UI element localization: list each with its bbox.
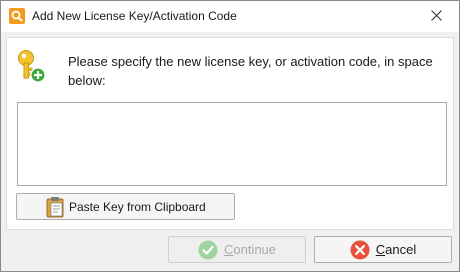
dialog-window: Add New License Key/Activation Code Plea…	[0, 0, 460, 272]
paste-key-button[interactable]: Paste Key from Clipboard	[16, 193, 235, 220]
close-button[interactable]	[413, 1, 459, 32]
clipboard-icon	[46, 196, 64, 218]
app-logo-icon	[9, 8, 25, 24]
instruction-text: Please specify the new license key, or a…	[68, 54, 433, 88]
content-panel: Please specify the new license key, or a…	[6, 37, 454, 230]
continue-label: Continue	[223, 242, 277, 257]
cancel-x-icon	[350, 240, 370, 260]
license-key-input[interactable]	[17, 102, 447, 186]
dialog-title: Add New License Key/Activation Code	[32, 9, 237, 23]
close-icon	[430, 8, 442, 26]
title-bar: Add New License Key/Activation Code	[1, 1, 459, 32]
check-icon	[198, 240, 218, 260]
cancel-label: Cancel	[375, 242, 417, 257]
cancel-button[interactable]: Cancel	[314, 236, 452, 263]
continue-button[interactable]: Continue	[168, 236, 306, 263]
key-add-icon	[16, 49, 48, 83]
paste-key-label: Paste Key from Clipboard	[69, 199, 206, 214]
